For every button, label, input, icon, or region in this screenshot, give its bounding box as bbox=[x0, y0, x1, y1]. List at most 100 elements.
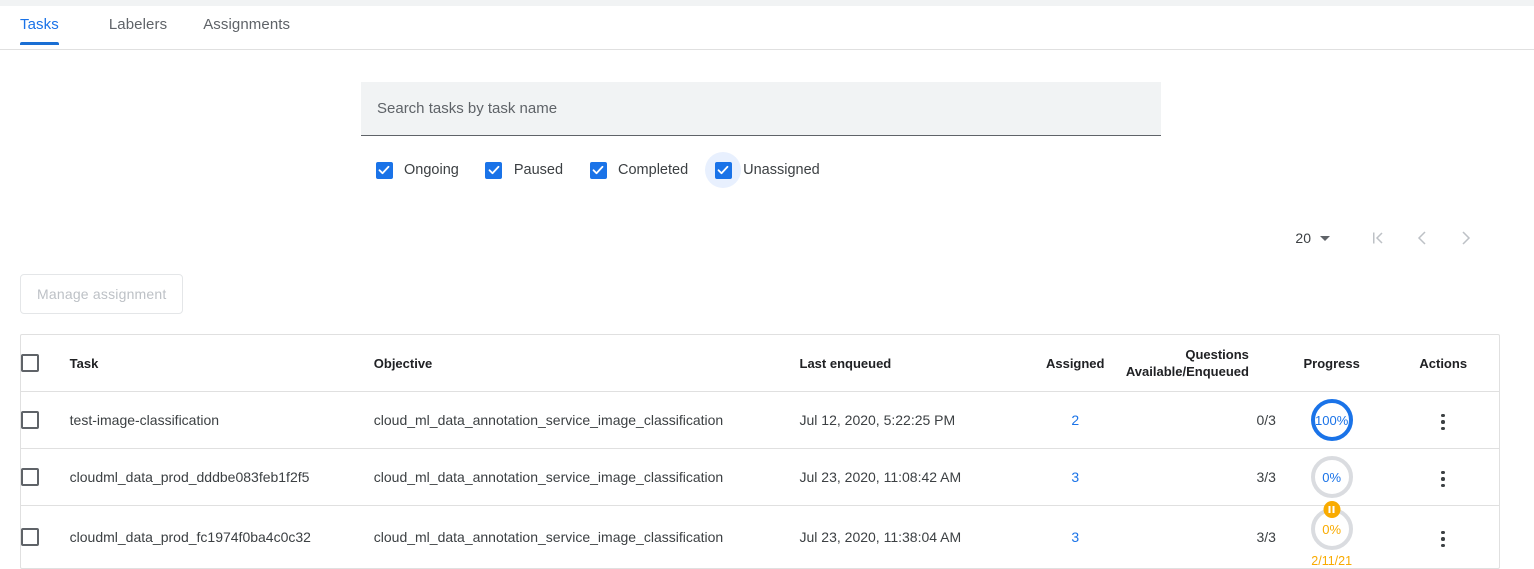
cell-objective: cloud_ml_data_annotation_service_image_c… bbox=[374, 449, 800, 506]
cell-actions bbox=[1387, 506, 1499, 569]
cell-progress: 0% bbox=[1276, 449, 1388, 506]
tab-tasks[interactable]: Tasks bbox=[20, 6, 77, 44]
pause-icon bbox=[1323, 501, 1340, 518]
progress-date: 2/11/21 bbox=[1311, 554, 1352, 568]
chevron-down-icon bbox=[1320, 236, 1330, 241]
cell-assigned: 3 bbox=[1025, 449, 1126, 506]
assigned-count-link[interactable]: 3 bbox=[1071, 529, 1079, 545]
checkbox-ripple bbox=[476, 152, 512, 188]
select-all-header bbox=[21, 335, 70, 392]
row-checkbox[interactable] bbox=[21, 528, 39, 546]
column-header-questions: Questions Available/Enqueued bbox=[1126, 335, 1276, 392]
assigned-count-link[interactable]: 2 bbox=[1071, 412, 1079, 428]
row-select-cell bbox=[21, 449, 70, 506]
next-page-button[interactable] bbox=[1444, 218, 1488, 258]
checkbox-ripple bbox=[580, 152, 616, 188]
check-icon bbox=[488, 164, 500, 176]
filter-checkbox-ongoing[interactable] bbox=[376, 162, 393, 179]
tasks-table-card: Task Objective Last enqueued Assigned Qu… bbox=[20, 334, 1500, 569]
chevron-right-icon bbox=[1456, 228, 1476, 248]
cell-questions: 0/3 bbox=[1126, 392, 1276, 449]
cell-questions: 3/3 bbox=[1126, 449, 1276, 506]
search-input[interactable] bbox=[375, 99, 1147, 118]
more-options-icon[interactable] bbox=[1435, 465, 1451, 494]
tab-label: Assignments bbox=[203, 16, 290, 33]
progress-value: 0% bbox=[1311, 456, 1353, 498]
table-header-row: Task Objective Last enqueued Assigned Qu… bbox=[21, 335, 1499, 392]
tasks-table: Task Objective Last enqueued Assigned Qu… bbox=[21, 335, 1499, 568]
filter-unassigned[interactable]: Unassigned bbox=[714, 152, 820, 188]
check-icon bbox=[592, 164, 604, 176]
tab-label: Tasks bbox=[20, 16, 59, 33]
cell-last-enqueued: Jul 23, 2020, 11:08:42 AM bbox=[800, 449, 1025, 506]
row-select-cell bbox=[21, 506, 70, 569]
select-all-checkbox[interactable] bbox=[21, 354, 39, 372]
cell-assigned: 2 bbox=[1025, 392, 1126, 449]
table-row[interactable]: cloudml_data_prod_dddbe083feb1f2f5cloud_… bbox=[21, 449, 1499, 506]
pagination-controls: 20 bbox=[0, 218, 1534, 258]
cell-questions: 3/3 bbox=[1126, 506, 1276, 569]
filter-paused[interactable]: Paused bbox=[485, 152, 563, 188]
more-options-icon[interactable] bbox=[1435, 525, 1451, 554]
chevron-left-icon bbox=[1412, 228, 1432, 248]
column-header-last-enqueued: Last enqueued bbox=[800, 335, 1025, 392]
column-header-actions: Actions bbox=[1387, 335, 1499, 392]
cell-actions bbox=[1387, 449, 1499, 506]
filter-checkbox-paused[interactable] bbox=[485, 162, 502, 179]
cell-task: cloudml_data_prod_dddbe083feb1f2f5 bbox=[70, 449, 374, 506]
column-header-questions-line2: Available/Enqueued bbox=[1126, 363, 1276, 380]
cell-progress: 100% bbox=[1276, 392, 1388, 449]
progress-donut: 100% bbox=[1309, 397, 1355, 443]
progress-donut: 0% bbox=[1309, 506, 1355, 552]
tab-bar: Tasks Labelers Assignments bbox=[0, 6, 1534, 50]
previous-page-button[interactable] bbox=[1400, 218, 1444, 258]
column-header-questions-line1: Questions bbox=[1126, 346, 1276, 363]
assigned-count-link[interactable]: 3 bbox=[1071, 469, 1079, 485]
manage-assignment-button[interactable]: Manage assignment bbox=[20, 274, 183, 314]
row-checkbox[interactable] bbox=[21, 468, 39, 486]
column-header-objective: Objective bbox=[374, 335, 800, 392]
cell-task: cloudml_data_prod_fc1974f0ba4c0c32 bbox=[70, 506, 374, 569]
table-body: test-image-classificationcloud_ml_data_a… bbox=[21, 392, 1499, 569]
first-page-button[interactable] bbox=[1356, 218, 1400, 258]
filter-label: Unassigned bbox=[743, 162, 820, 178]
tab-labelers[interactable]: Labelers bbox=[91, 6, 185, 44]
table-row[interactable]: cloudml_data_prod_fc1974f0ba4c0c32cloud_… bbox=[21, 506, 1499, 569]
progress-donut: 0% bbox=[1309, 454, 1355, 500]
column-header-assigned: Assigned bbox=[1025, 335, 1126, 392]
page-size-value: 20 bbox=[1295, 230, 1311, 246]
cell-objective: cloud_ml_data_annotation_service_image_c… bbox=[374, 392, 800, 449]
filter-checkbox-unassigned[interactable] bbox=[715, 162, 732, 179]
cell-actions bbox=[1387, 392, 1499, 449]
cell-progress: 0% 2/11/21 bbox=[1276, 506, 1388, 569]
search-field[interactable] bbox=[361, 82, 1161, 136]
filter-completed[interactable]: Completed bbox=[589, 152, 688, 188]
column-header-progress: Progress bbox=[1276, 335, 1388, 392]
check-icon bbox=[378, 164, 390, 176]
filter-checkbox-completed[interactable] bbox=[590, 162, 607, 179]
filter-label: Completed bbox=[618, 162, 688, 178]
column-header-task: Task bbox=[70, 335, 374, 392]
cell-task: test-image-classification bbox=[70, 392, 374, 449]
tab-list: Tasks Labelers Assignments bbox=[20, 6, 1534, 49]
cell-last-enqueued: Jul 23, 2020, 11:38:04 AM bbox=[800, 506, 1025, 569]
tab-active-indicator bbox=[20, 42, 59, 45]
filter-ongoing[interactable]: Ongoing bbox=[375, 152, 459, 188]
check-icon bbox=[717, 164, 729, 176]
table-toolbar: Manage assignment bbox=[0, 274, 1534, 314]
filter-label: Paused bbox=[514, 162, 563, 178]
progress-value: 100% bbox=[1311, 399, 1353, 441]
row-checkbox[interactable] bbox=[21, 411, 39, 429]
table-row[interactable]: test-image-classificationcloud_ml_data_a… bbox=[21, 392, 1499, 449]
first-page-icon bbox=[1368, 228, 1388, 248]
filter-label: Ongoing bbox=[404, 162, 459, 178]
checkbox-ripple bbox=[705, 152, 741, 188]
tab-label: Labelers bbox=[109, 16, 167, 33]
checkbox-ripple bbox=[366, 152, 402, 188]
page-size-selector[interactable]: 20 bbox=[1295, 230, 1330, 246]
tab-assignments[interactable]: Assignments bbox=[185, 6, 308, 44]
more-options-icon[interactable] bbox=[1435, 408, 1451, 437]
cell-assigned: 3 bbox=[1025, 506, 1126, 569]
row-select-cell bbox=[21, 392, 70, 449]
status-filters: Ongoing Paused Completed Unassigned bbox=[361, 152, 1161, 188]
